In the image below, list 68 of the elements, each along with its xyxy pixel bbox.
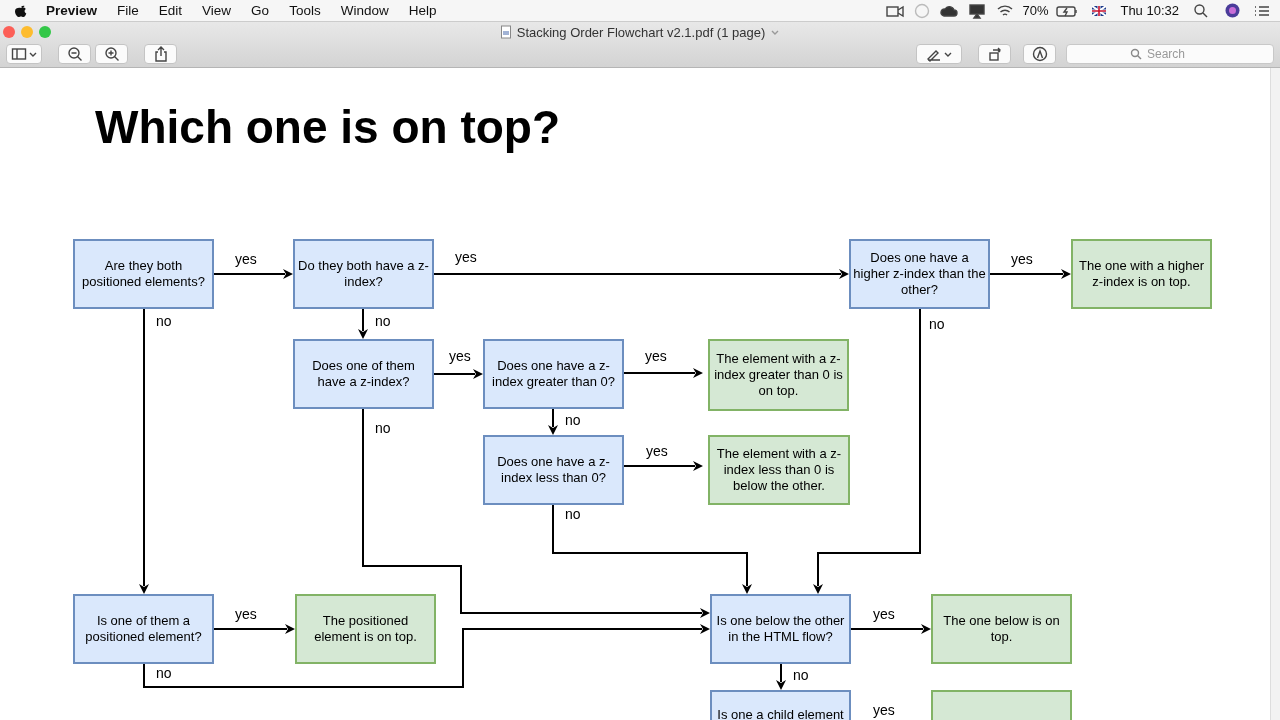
result-box: The element with a z-index less than 0 is below the other. — [708, 435, 850, 505]
pen-circle-icon — [1031, 46, 1048, 62]
page-heading: Which one is on top? — [95, 100, 561, 154]
zoom-in-button[interactable] — [95, 44, 128, 64]
menu-item[interactable]: Edit — [158, 3, 183, 18]
decision-box: Is one of them a positioned element? — [73, 594, 214, 664]
sidebar-icon — [11, 46, 27, 62]
decision-box: Does one of them have a z-index? — [293, 339, 434, 409]
siri-icon[interactable] — [1225, 3, 1240, 18]
menu-item[interactable]: View — [202, 3, 232, 18]
edge-label: yes — [646, 443, 668, 459]
decision-box: Is one below the other in the HTML flow? — [710, 594, 851, 664]
result-box: The one with a higher z-index is on top. — [1071, 239, 1212, 309]
edge-label: yes — [235, 251, 257, 267]
zoom-out-button[interactable] — [58, 44, 91, 64]
edge-label: yes — [1011, 251, 1033, 267]
decision-box: Does one have a higher z-index than the other? — [849, 239, 990, 309]
result-box: The positioned element is on top. — [295, 594, 436, 664]
edge-label: yes — [873, 606, 895, 622]
menu-item[interactable]: Window — [340, 3, 389, 18]
sidebar-button[interactable] — [6, 44, 42, 64]
result-box: The element with a z-index greater than 0 is on top. — [708, 339, 849, 411]
battery-percentage: 70% — [1022, 3, 1049, 18]
decision-box: Are they both positioned elements? — [73, 239, 214, 309]
menu-item[interactable]: Go — [251, 3, 270, 18]
menu-item[interactable]: File — [117, 3, 139, 18]
rotate-button[interactable] — [978, 44, 1011, 64]
decision-box: Do they both have a z-index? — [293, 239, 434, 309]
edge-label: no — [793, 667, 809, 683]
window-title: Stacking Order Flowchart v2.1.pdf (1 page) — [516, 24, 766, 40]
menu-item[interactable]: Tools — [289, 3, 321, 18]
edge-label: no — [375, 420, 391, 436]
display-icon — [968, 2, 987, 19]
result-box: The one below is on top. — [931, 594, 1072, 664]
edge-label: no — [375, 313, 391, 329]
flag-icon — [1092, 5, 1107, 16]
search-icon — [1193, 2, 1209, 19]
menu-item[interactable]: Help — [408, 3, 437, 18]
edge-label: no — [565, 412, 581, 428]
connector-arrow — [776, 663, 786, 690]
edge-label: no — [156, 313, 172, 329]
connector-arrow — [433, 369, 483, 379]
edge-label: yes — [873, 702, 895, 718]
edge-label: no — [565, 506, 581, 522]
decision-box: Is one a child element — [710, 690, 851, 720]
search-field[interactable]: Search — [1066, 44, 1274, 64]
share-icon — [152, 46, 169, 62]
decision-box: Does one have a z-index greater than 0? — [483, 339, 624, 409]
chevron-down-icon — [29, 50, 37, 58]
chevron-down-icon — [944, 50, 952, 58]
zoom-in-icon — [103, 46, 120, 62]
app-menu[interactable]: Preview — [46, 3, 98, 18]
zoom-out-icon — [66, 46, 83, 62]
annotate-button[interactable] — [1023, 44, 1056, 64]
edge-label: yes — [235, 606, 257, 622]
document-icon — [499, 25, 512, 39]
share-button[interactable] — [144, 44, 177, 64]
edge-label: yes — [455, 249, 477, 265]
edge-label: yes — [645, 348, 667, 364]
edge-label: yes — [449, 348, 471, 364]
connector-arrow — [358, 308, 368, 339]
rotate-icon — [986, 46, 1003, 62]
decision-box: Does one have a z-index less than 0? — [483, 435, 624, 505]
edge-label: no — [929, 316, 945, 332]
edge-label: no — [156, 665, 172, 681]
clock[interactable]: Thu 10:32 — [1120, 3, 1179, 18]
search-icon — [1130, 48, 1142, 60]
markup-button[interactable] — [916, 44, 962, 64]
